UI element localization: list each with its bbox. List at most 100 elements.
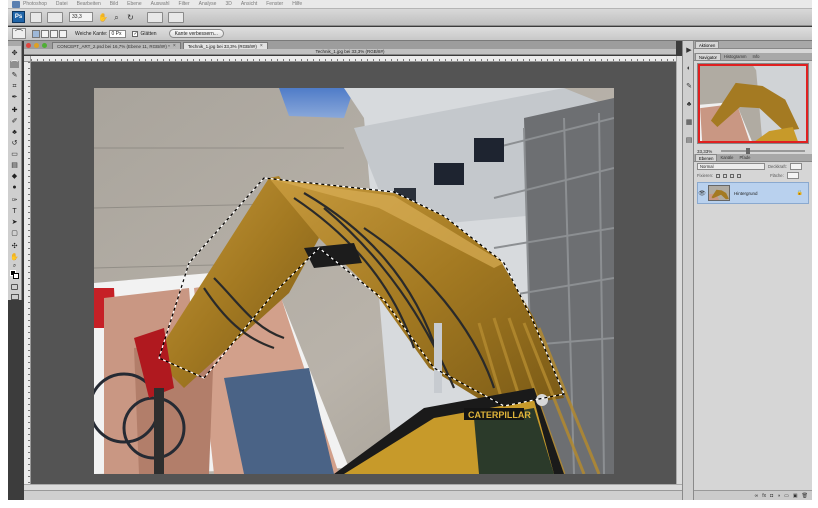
tab-paths[interactable]: Pfade — [736, 154, 753, 161]
lock-all-icon[interactable] — [737, 173, 742, 178]
blend-mode-select[interactable]: Normal — [697, 163, 765, 170]
tab-histogram[interactable]: Histogramm — [721, 53, 750, 60]
bridge-button[interactable] — [30, 11, 42, 23]
lasso-tool-icon[interactable]: ⌒ — [10, 61, 19, 68]
history-panel-icon[interactable]: ▤ — [685, 137, 693, 145]
quick-mask-icon[interactable] — [11, 284, 18, 290]
actions-panel-icon[interactable]: ▶ — [685, 47, 693, 55]
blur-tool-icon[interactable]: ◆ — [10, 173, 19, 180]
brushes-panel-icon[interactable]: ✎ — [685, 83, 693, 91]
lock-position-icon[interactable] — [730, 173, 735, 178]
add-mask-icon[interactable]: ◘ — [770, 493, 773, 499]
background-color-swatch[interactable] — [13, 273, 19, 279]
lock-pixels-icon[interactable] — [723, 173, 728, 178]
crop-tool-icon[interactable]: ⌗ — [10, 83, 19, 90]
add-selection-button[interactable] — [41, 29, 49, 38]
zoom-level-field[interactable]: 33,3 — [69, 12, 93, 22]
new-group-icon[interactable]: ▭ — [784, 493, 789, 499]
view-extras-dropdown[interactable] — [47, 11, 63, 23]
tab-channels[interactable]: Kanäle — [717, 154, 736, 161]
tab-info[interactable]: Info — [750, 53, 763, 60]
masks-panel-icon[interactable]: ▦ — [685, 119, 693, 127]
adjustment-layer-icon[interactable]: ◑ — [777, 493, 780, 499]
adjustments-panel-icon[interactable]: ◐ — [685, 65, 693, 73]
screen-mode-icon[interactable] — [11, 294, 19, 300]
tool-preset-picker[interactable]: ⌒ — [12, 28, 26, 39]
menu-fenster[interactable]: Fenster — [266, 1, 283, 7]
layer-thumbnail — [708, 185, 730, 201]
apple-icon[interactable] — [12, 0, 20, 8]
hand-tool-sidebar-icon[interactable]: ✋ — [10, 254, 19, 261]
document-title-bar: Technik_1.jpg bei 33,3% (RGB/8#) — [24, 49, 676, 55]
window-zoom-icon[interactable] — [42, 43, 47, 48]
intersect-selection-button[interactable] — [59, 29, 67, 38]
path-selection-tool-icon[interactable]: ➤ — [10, 219, 19, 226]
menu-datei[interactable]: Datei — [56, 1, 68, 7]
trash-icon[interactable]: 🗑 — [802, 493, 808, 499]
dodge-tool-icon[interactable]: ● — [10, 184, 19, 191]
refine-edge-button[interactable]: Kante verbessern... — [168, 29, 224, 38]
3d-rotate-tool-icon[interactable]: ✣ — [10, 243, 19, 250]
menu-hilfe[interactable]: Hilfe — [292, 1, 302, 7]
brush-tool-icon[interactable]: ✐ — [10, 118, 19, 125]
document-tab-technik[interactable]: Technik_1.jpg bei 33,3% (RGB/8#) × — [182, 42, 268, 49]
type-tool-icon[interactable]: T — [10, 208, 19, 215]
document-tab-concept-art[interactable]: CONCEPT_ART_2.psd bei 16,7% (Ebene 11, R… — [52, 42, 181, 49]
menu-bild[interactable]: Bild — [110, 1, 118, 7]
quick-selection-tool-icon[interactable]: ✎ — [10, 72, 19, 79]
eraser-tool-icon[interactable]: ▭ — [10, 151, 19, 158]
new-layer-icon[interactable]: ▣ — [793, 493, 798, 499]
hand-tool-icon[interactable]: ✋ — [98, 13, 108, 22]
subtract-selection-button[interactable] — [50, 29, 58, 38]
menu-filter[interactable]: Filter — [179, 1, 190, 7]
vertical-ruler[interactable] — [24, 62, 31, 484]
clone-source-panel-icon[interactable]: ♣ — [685, 101, 693, 109]
tab-layers[interactable]: Ebenen — [695, 154, 718, 161]
clone-stamp-tool-icon[interactable]: ♣ — [10, 129, 19, 136]
application-bar: Ps 33,3 ✋ ⌕ ↻ — [8, 9, 812, 26]
navigator-zoom-slider[interactable] — [721, 148, 805, 154]
navigator-preview[interactable] — [697, 63, 809, 144]
menu-ansicht[interactable]: Ansicht — [241, 1, 257, 7]
pen-tool-icon[interactable]: ✑ — [10, 197, 19, 204]
zoom-tool-sidebar-icon[interactable]: ⌕ — [10, 263, 19, 270]
document-title: Technik_1.jpg bei 33,3% (RGB/8#) — [315, 49, 385, 54]
eyedropper-tool-icon[interactable]: ✒ — [10, 94, 19, 101]
navigator-zoom-value[interactable]: 33,33% — [697, 149, 717, 154]
tools-panel-grip[interactable] — [8, 41, 21, 46]
layer-style-icon[interactable]: fx — [762, 493, 766, 499]
window-minimize-icon[interactable] — [34, 43, 39, 48]
menu-bearbeiten[interactable]: Bearbeiten — [77, 1, 101, 7]
rotate-view-icon[interactable]: ↻ — [126, 13, 135, 22]
menu-ebene[interactable]: Ebene — [127, 1, 141, 7]
link-layers-icon[interactable]: ∞ — [755, 493, 759, 499]
healing-brush-tool-icon[interactable]: ✚ — [10, 107, 19, 114]
fill-label: Fläche: — [770, 173, 784, 178]
lock-transparency-icon[interactable] — [716, 173, 721, 178]
zoom-tool-icon[interactable]: ⌕ — [112, 13, 121, 22]
history-brush-tool-icon[interactable]: ↺ — [10, 140, 19, 147]
layer-row-background[interactable]: 👁 Hintergrund 🔒 — [697, 182, 809, 204]
new-selection-button[interactable] — [32, 29, 40, 38]
navigator-view-box[interactable] — [698, 64, 808, 143]
tab-navigator[interactable]: Navigator — [695, 53, 721, 60]
lock-icon: 🔒 — [796, 190, 803, 196]
arrange-documents-dropdown[interactable] — [147, 11, 163, 23]
shape-tool-icon[interactable]: ▢ — [10, 230, 19, 237]
document-canvas[interactable]: CATERPILLAR — [94, 88, 614, 474]
tab-actions[interactable]: Aktionen — [695, 41, 720, 48]
antialias-checkbox[interactable]: ✓ — [132, 30, 139, 37]
menu-analyse[interactable]: Analyse — [199, 1, 217, 7]
move-tool-icon[interactable]: ✥ — [10, 50, 19, 57]
eye-icon[interactable]: 👁 — [698, 190, 706, 197]
opacity-input[interactable] — [789, 163, 802, 170]
fill-input[interactable] — [786, 172, 799, 179]
menu-photoshop[interactable]: Photoshop — [23, 1, 47, 7]
feather-input[interactable]: 0 Px — [109, 29, 127, 38]
window-close-icon[interactable] — [26, 43, 31, 48]
tools-panel: ✥ ⌒ ✎ ⌗ ✒ ✚ ✐ ♣ ↺ ▭ ▤ ◆ ● ✑ T ➤ ▢ ✣ ✋ ⌕ — [8, 41, 22, 300]
menu-auswahl[interactable]: Auswahl — [151, 1, 170, 7]
menu-3d[interactable]: 3D — [225, 1, 231, 7]
screen-mode-dropdown[interactable] — [168, 11, 184, 23]
gradient-tool-icon[interactable]: ▤ — [10, 162, 19, 169]
